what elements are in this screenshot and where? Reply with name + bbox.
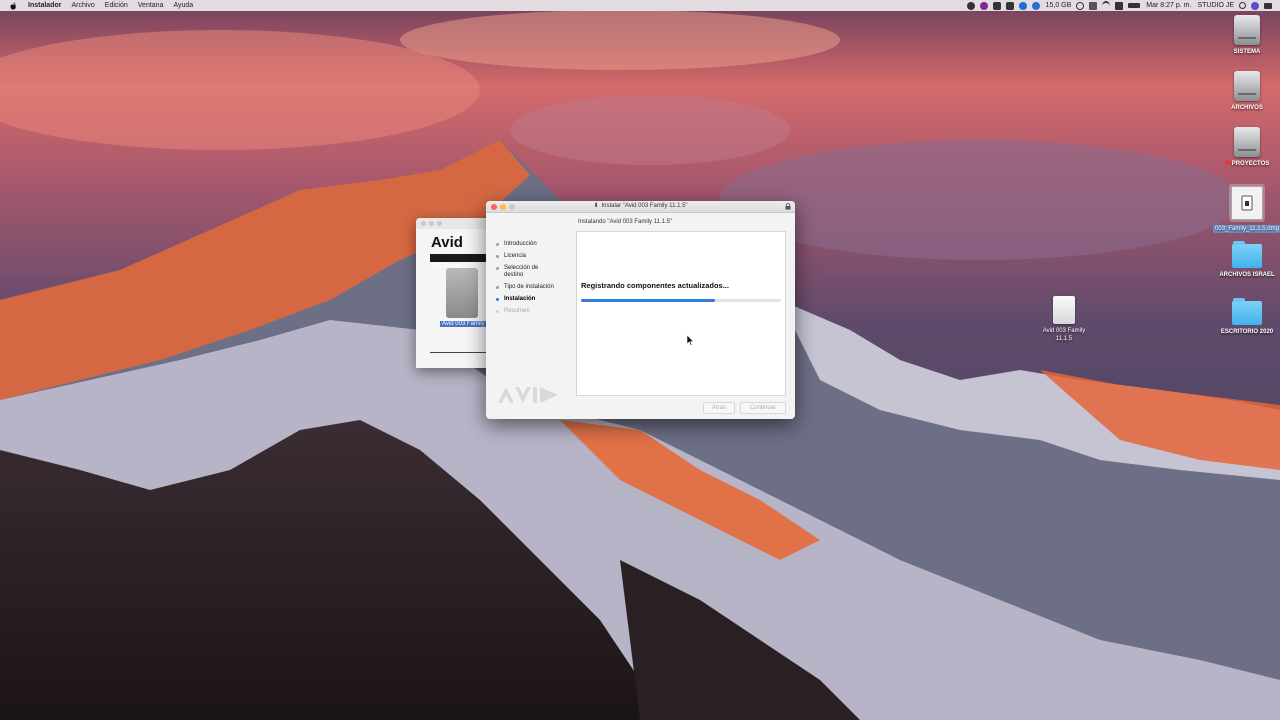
installer-window[interactable]: ⬇ Instalar "Avid 003 Family 11.1.5" Insta… (486, 201, 795, 419)
time-machine-icon[interactable] (1076, 1, 1085, 10)
user-name-text[interactable]: STUDIO JE (1197, 2, 1234, 9)
disk-image-icon (1231, 186, 1263, 220)
step-label: Tipo de instalación (504, 284, 554, 290)
step-label: Selección de destino (504, 265, 539, 278)
installer-subtitle: Instalando "Avid 003 Family 11.1.5" (578, 219, 673, 225)
notification-center-icon[interactable] (1264, 2, 1272, 9)
minimize-icon[interactable] (429, 221, 434, 226)
desktop-icon-label: ESCRITORIO 2020 (1220, 329, 1274, 335)
step-seleccion-destino: Selección de destino (496, 265, 576, 279)
desktop-icon-label: ARCHIVOS (1231, 105, 1263, 111)
menu-archivo[interactable]: Archivo (71, 2, 94, 9)
volume-icon[interactable] (1115, 1, 1124, 10)
desktop-icon-label-text: PROYECTOS (1231, 161, 1270, 167)
window-titlebar[interactable] (416, 218, 496, 229)
avid-volume-window[interactable]: Avid 003 Family Avid 003 Family (416, 218, 496, 368)
desktop-icon-label: 003_Family_11.1.5.dmg (1213, 225, 1280, 233)
step-introduccion: Introducción (496, 241, 576, 248)
install-progress-bar (581, 299, 781, 302)
step-label: Licencia (504, 253, 527, 259)
desktop: Instalador Archivo Edición Ventana Ayuda… (0, 0, 1280, 720)
hard-drive-icon (1234, 71, 1260, 101)
creative-cloud-icon[interactable] (979, 1, 988, 10)
step-tipo-instalacion: Tipo de instalación (496, 284, 576, 291)
avid-logo-icon (498, 387, 558, 403)
package-icon: ⬇ (593, 203, 599, 209)
clock-text[interactable]: Mar 8:27 p. m. (1146, 2, 1191, 9)
folder-icon (1232, 298, 1262, 325)
menu-ventana[interactable]: Ventana (138, 2, 164, 9)
continue-button[interactable]: Continuar (740, 402, 786, 414)
desktop-icon-avid-package[interactable]: Avid 003 Family 11.1.5 (1029, 296, 1099, 343)
desktop-icon-archivos-israel[interactable]: ARCHIVOS ISRAEL (1212, 240, 1280, 279)
avid-logo: Avid (431, 234, 463, 251)
desktop-icon-escritorio-2020[interactable]: ESCRITORIO 2020 (1212, 297, 1280, 336)
package-icon (1053, 296, 1075, 324)
hard-drive-icon (1234, 127, 1260, 157)
wifi-icon[interactable] (1102, 0, 1111, 11)
spotlight-search-icon[interactable] (1239, 2, 1246, 9)
step-instalacion: Instalación (496, 296, 576, 303)
hard-drive-icon (1234, 15, 1260, 45)
step-bullet (496, 286, 499, 289)
selection-highlight (1229, 184, 1265, 222)
evernote-icon[interactable] (992, 1, 1001, 10)
disk-space-text[interactable]: 15,0 GB (1046, 2, 1072, 9)
mouse-cursor-icon (687, 335, 695, 346)
cast-icon[interactable] (1089, 1, 1098, 10)
step-label: Instalación (504, 296, 536, 302)
dropbox-icon[interactable] (1018, 1, 1027, 10)
step-resumen: Resumen (496, 308, 576, 315)
step-label: Resumen (504, 308, 530, 314)
install-status-text: Registrando componentes actualizados... (581, 281, 729, 290)
install-progress-fill (581, 299, 715, 302)
lock-icon[interactable] (785, 203, 791, 210)
status-area: 15,0 GB Mar 8:27 p. m. STUDIO JE (962, 0, 1280, 11)
step-licencia: Licencia (496, 253, 576, 260)
red-tag-icon (1224, 160, 1230, 165)
step-bullet (496, 267, 499, 270)
menu-bar: Instalador Archivo Edición Ventana Ayuda… (0, 0, 1280, 11)
step-bullet (496, 298, 499, 301)
step-label: Introducción (504, 241, 537, 247)
folder-icon (1232, 241, 1262, 268)
zoom-icon[interactable] (437, 221, 442, 226)
installer-package-icon[interactable] (446, 268, 478, 318)
window-titlebar[interactable]: ⬇ Instalar "Avid 003 Family 11.1.5" (486, 201, 795, 213)
desktop-icon-label: ARCHIVOS ISRAEL (1219, 272, 1275, 278)
desktop-icon-dmg[interactable]: 003_Family_11.1.5.dmg (1208, 184, 1280, 233)
menu-edicion[interactable]: Edición (105, 2, 128, 9)
battery-icon[interactable] (1128, 3, 1141, 8)
window-title-text: Instalar "Avid 003 Family 11.1.5" (601, 203, 688, 209)
step-bullet (496, 243, 499, 246)
disk-monitor-icon[interactable] (1031, 1, 1040, 10)
desktop-icon-archivos[interactable]: ARCHIVOS (1212, 71, 1280, 112)
chat-icon[interactable] (1005, 1, 1014, 10)
desktop-icon-label: SISTEMA (1233, 49, 1261, 55)
back-button[interactable]: Atrás (703, 402, 735, 414)
step-bullet (496, 310, 499, 313)
close-icon[interactable] (421, 221, 426, 226)
divider (430, 352, 490, 353)
menu-app-name[interactable]: Instalador (28, 2, 61, 9)
apple-menu-icon[interactable] (10, 2, 20, 10)
desktop-icon-label: PROYECTOS (1224, 160, 1270, 168)
desktop-icon-label: Avid 003 Family 11.1.5 (1042, 328, 1086, 342)
installer-content-pane: Registrando componentes actualizados... (576, 231, 786, 396)
package-caption: Avid 003 Family (440, 321, 487, 327)
installer-steps: Introducción Licencia Selección de desti… (496, 241, 576, 320)
desktop-icon-proyectos[interactable]: PROYECTOS (1212, 127, 1280, 168)
desktop-icon-sistema[interactable]: SISTEMA (1212, 15, 1280, 56)
step-bullet (496, 255, 499, 258)
record-icon[interactable] (966, 1, 975, 10)
window-title: ⬇ Instalar "Avid 003 Family 11.1.5" (486, 201, 795, 212)
siri-icon[interactable] (1251, 1, 1259, 10)
menu-ayuda[interactable]: Ayuda (173, 2, 193, 9)
